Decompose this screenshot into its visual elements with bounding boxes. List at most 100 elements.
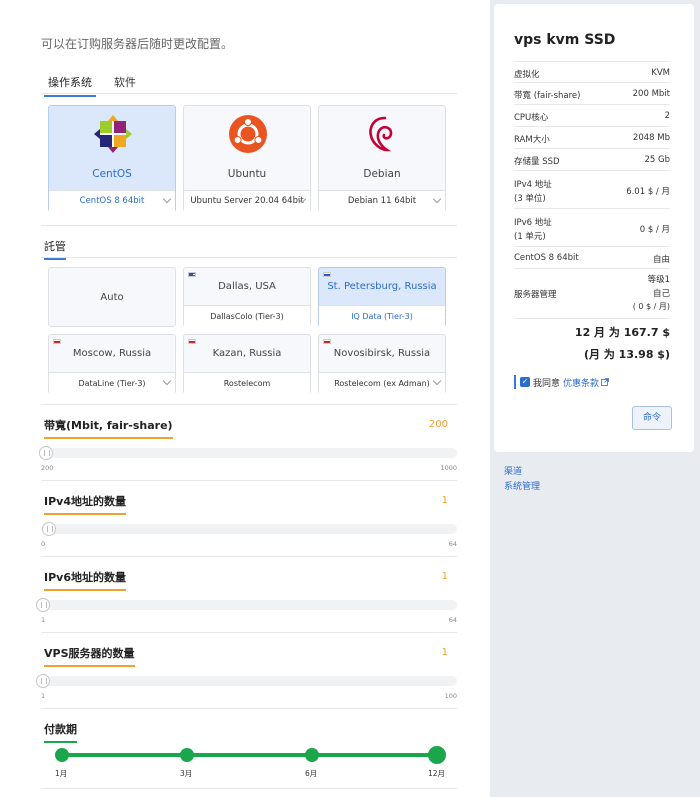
- spec-row: CPU核心 2: [514, 105, 670, 127]
- os-version-label: Ubuntu Server 20.04 64bit: [190, 196, 304, 206]
- ru-flag-icon: [53, 339, 61, 344]
- vps-count-slider[interactable]: [36, 674, 457, 688]
- location-provider: Rostelecom (ex Adman): [334, 379, 430, 388]
- spec-row: 虚拟化 KVM: [514, 61, 670, 83]
- slider-handle[interactable]: [39, 446, 53, 460]
- payment-option-3[interactable]: [180, 748, 194, 762]
- order-summary: vps kvm SSD 虚拟化 KVM 带寬 (fair-share) 200 …: [494, 4, 694, 452]
- ipv4-count-label: IPv4地址的数量: [44, 493, 126, 515]
- location-card-kazan[interactable]: Kazan, Russia Rostelecom: [183, 334, 311, 394]
- divider: [41, 257, 457, 258]
- slider-min: 1: [41, 616, 46, 624]
- ipv6-count-slider[interactable]: [36, 598, 457, 612]
- payment-period-slider[interactable]: [60, 753, 438, 757]
- spec-key: 存储量 SSD: [514, 157, 560, 167]
- centos-logo-icon: [94, 115, 132, 153]
- payment-option-label: 1月: [55, 769, 68, 778]
- os-version-label: Debian 11 64bit: [347, 196, 417, 206]
- slider-max: 100: [444, 692, 457, 700]
- spec-value: 自己: [652, 289, 670, 299]
- slider-max: 64: [448, 616, 457, 624]
- slider-handle[interactable]: [36, 598, 50, 612]
- spec-value: 200 Mbit: [632, 89, 670, 99]
- os-version-select[interactable]: Ubuntu Server 20.04 64bit: [184, 190, 310, 212]
- spec-key: IPv4 地址: [514, 180, 552, 190]
- location-name: St. Petersburg, Russia: [327, 281, 437, 292]
- spec-key-sub: (1 单元): [514, 232, 546, 242]
- slider-min: 0: [41, 540, 46, 548]
- spec-row: RAM大小 2048 Mb: [514, 127, 670, 149]
- bandwidth-slider[interactable]: [39, 446, 457, 460]
- spec-value: KVM: [651, 68, 670, 78]
- os-version-select[interactable]: Debian 11 64bit: [319, 190, 445, 212]
- location-card-auto[interactable]: Auto: [48, 267, 176, 327]
- spec-row: 带寬 (fair-share) 200 Mbit: [514, 83, 670, 105]
- os-version-select[interactable]: CentOS 8 64bit: [49, 190, 175, 212]
- chevron-down-icon: [432, 376, 442, 386]
- spec-value: 0 $ / 月: [639, 225, 670, 235]
- location-card-moscow[interactable]: Moscow, Russia DataLine (Tier-3): [48, 334, 176, 394]
- location-provider: DallasColo (Tier-3): [184, 305, 310, 327]
- os-card-centos[interactable]: CentOS CentOS 8 64bit: [48, 105, 176, 212]
- os-card-debian[interactable]: Debian Debian 11 64bit: [318, 105, 446, 212]
- divider: [41, 225, 457, 226]
- location-provider: IQ Data (Tier-3): [319, 305, 445, 327]
- location-provider: Rostelecom: [184, 372, 310, 394]
- chevron-down-icon: [432, 194, 442, 204]
- spec-value: 2: [664, 111, 670, 121]
- intro-text: 可以在订购服务器后随时更改配置。: [41, 37, 234, 51]
- os-card-ubuntu[interactable]: Ubuntu Ubuntu Server 20.04 64bit: [183, 105, 311, 212]
- payment-option-1[interactable]: [55, 748, 69, 762]
- location-name: Kazan, Russia: [212, 348, 282, 359]
- payment-option-6[interactable]: [305, 748, 319, 762]
- spec-value: 2048 Mb: [632, 133, 670, 143]
- location-name: Auto: [100, 292, 124, 303]
- location-name: Moscow, Russia: [72, 348, 152, 359]
- system-admin-link[interactable]: 系统管理: [504, 479, 540, 492]
- channel-link[interactable]: 渠道: [504, 464, 522, 477]
- ipv4-count-slider[interactable]: [41, 522, 457, 536]
- terms-link[interactable]: 优惠条款: [563, 376, 599, 389]
- location-provider-select[interactable]: DataLine (Tier-3): [49, 372, 175, 394]
- chevron-down-icon: [162, 194, 172, 204]
- us-flag-icon: [188, 272, 196, 277]
- payment-option-label: 12月: [428, 769, 446, 778]
- os-name: Debian: [363, 168, 401, 180]
- location-name: Dallas, USA: [218, 281, 276, 292]
- location-card-dallas[interactable]: Dallas, USA DallasColo (Tier-3): [183, 267, 311, 327]
- spec-value: 25 Gb: [644, 155, 671, 165]
- location-name: Novosibirsk, Russia: [333, 348, 431, 359]
- order-button[interactable]: 命令: [632, 406, 672, 430]
- slider-handle[interactable]: [42, 522, 56, 536]
- chevron-down-icon: [162, 376, 172, 386]
- location-provider-select[interactable]: Rostelecom (ex Adman): [319, 372, 445, 394]
- slider-min: 200: [41, 464, 54, 472]
- spec-row: IPv6 地址 (1 单元) 0 $ / 月: [514, 209, 670, 247]
- location-card-st-petersburg[interactable]: St. Petersburg, Russia IQ Data (Tier-3): [318, 267, 446, 327]
- spec-key: 虚拟化: [514, 70, 540, 80]
- ru-flag-icon: [188, 339, 196, 344]
- payment-option-label: 3月: [180, 769, 193, 778]
- payment-option-label: 6月: [305, 769, 318, 778]
- location-card-novosibirsk[interactable]: Novosibirsk, Russia Rostelecom (ex Adman…: [318, 334, 446, 394]
- spec-key: IPv6 地址: [514, 218, 552, 228]
- monthly-price: (月 为 13.98 $): [584, 348, 670, 361]
- spec-row: 存储量 SSD 25 Gb: [514, 149, 670, 171]
- bandwidth-value: 200: [428, 419, 448, 430]
- ru-flag-icon: [323, 339, 331, 344]
- os-name: Ubuntu: [227, 168, 267, 180]
- spec-key-sub: (3 单位): [514, 194, 546, 204]
- external-link-icon: [601, 378, 609, 386]
- slider-handle[interactable]: [36, 674, 50, 688]
- slider-max: 1000: [440, 464, 457, 472]
- divider: [41, 632, 457, 633]
- vps-count-label: VPS服务器的数量: [44, 645, 135, 667]
- slider-min: 1: [41, 692, 46, 700]
- spec-key: 服务器管理: [514, 290, 557, 300]
- terms-checkbox[interactable]: ✓: [520, 377, 530, 387]
- os-version-label: CentOS 8 64bit: [79, 196, 145, 206]
- ipv6-count-label: IPv6地址的数量: [44, 569, 126, 591]
- divider: [41, 556, 457, 557]
- divider: [41, 788, 457, 789]
- payment-option-12[interactable]: [428, 746, 446, 764]
